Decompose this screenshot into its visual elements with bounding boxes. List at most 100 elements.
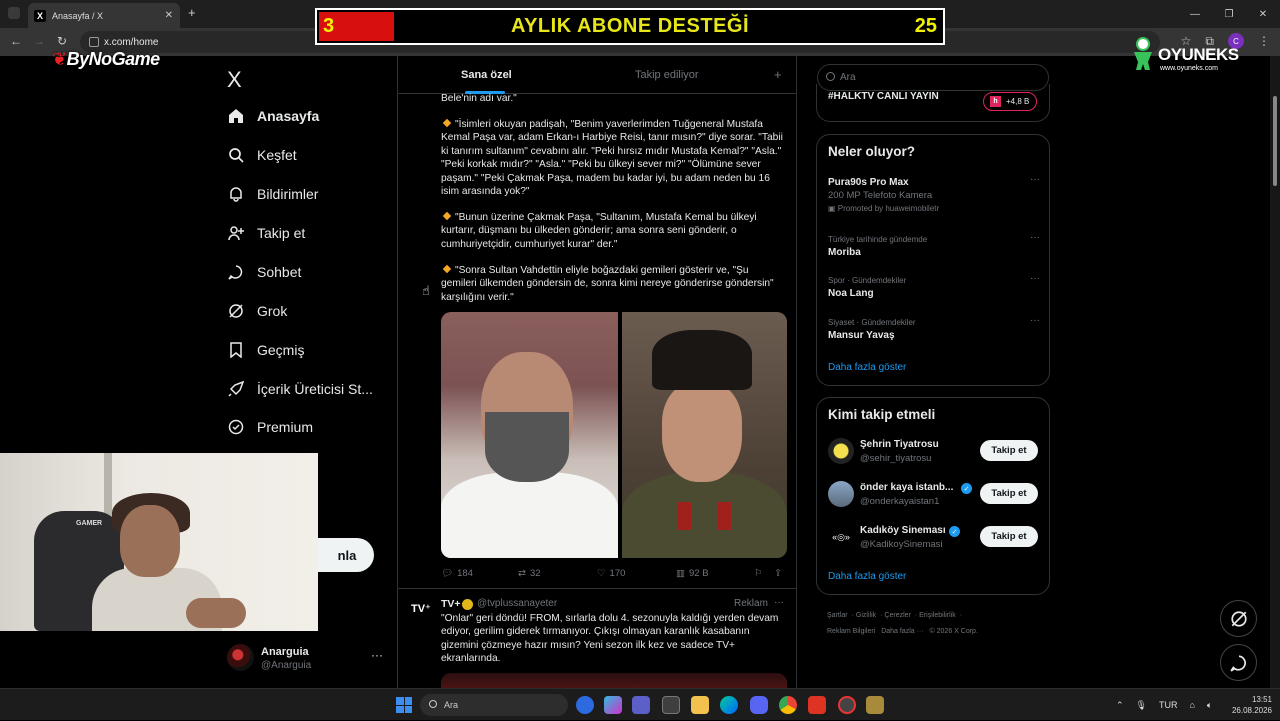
trend-item[interactable]: Spor · Gündemdekiler Noa Lang ···: [828, 273, 1040, 299]
taskbar-search-input[interactable]: Ara: [420, 694, 568, 716]
edge-icon[interactable]: [720, 696, 738, 714]
footer-link-privacy[interactable]: Gizlilik: [856, 612, 876, 619]
more-dots-icon[interactable]: ···: [1030, 315, 1040, 326]
maximize-icon[interactable]: ❐: [1212, 0, 1246, 28]
follow-suggestion[interactable]: Şehrin Tiyatrosu @sehir_tiyatrosu Takip …: [828, 438, 1040, 466]
input-language[interactable]: TUR: [1159, 700, 1178, 710]
ad-label: Reklam: [734, 598, 768, 609]
suggestion-handle: @onderkayaistan1: [860, 496, 940, 507]
chat-fab-button[interactable]: [1220, 644, 1257, 681]
trend-item[interactable]: Türkiye tarihinde gündemde Moriba ···: [828, 232, 1040, 258]
nav-item-bookmarks[interactable]: Geçmiş: [227, 337, 304, 363]
volume-icon[interactable]: 🔈︎: [1207, 700, 1212, 711]
close-tab-icon[interactable]: ✕: [165, 10, 173, 21]
nav-item-grok[interactable]: Grok: [227, 298, 287, 324]
avatar: «◎»: [828, 524, 854, 550]
store-icon[interactable]: [662, 696, 680, 714]
footer-link-ads-info[interactable]: Reklam Bilgileri: [827, 628, 875, 635]
trend-item[interactable]: Siyaset · Gündemdekiler Mansur Yavaş ···: [828, 315, 1040, 341]
taskbar-app-icon[interactable]: [808, 696, 826, 714]
new-tab-button[interactable]: +: [188, 5, 196, 20]
nav-item-notifications[interactable]: Bildirimler: [227, 181, 318, 207]
rocket-icon: [227, 380, 245, 398]
nav-item-creator-studio[interactable]: İçerik Üreticisi St...: [227, 376, 373, 402]
account-switcher[interactable]: Anarguia @Anarguia ···: [227, 644, 387, 674]
windows-start-icon[interactable]: [396, 697, 412, 713]
bookmark-button[interactable]: ⚐: [754, 568, 763, 579]
views-button[interactable]: ▥ 92 B: [676, 568, 709, 579]
more-dots-icon[interactable]: ···: [371, 648, 383, 662]
tab-for-you[interactable]: Sana özel: [461, 69, 512, 94]
footer-link-cookies[interactable]: Çerezler: [884, 612, 910, 619]
taskbar-clock[interactable]: 13:51 26.08.2026: [1228, 694, 1272, 716]
tweet-author-handle[interactable]: @tvplussanayeter: [477, 598, 557, 609]
nav-item-premium[interactable]: Premium: [227, 414, 313, 440]
trend-item[interactable]: Pura90s Pro Max 200 MP Telefoto Kamera ▣…: [828, 174, 1040, 213]
nav-item-home[interactable]: Anasayfa: [227, 103, 319, 129]
more-dots-icon[interactable]: ···: [774, 597, 784, 608]
who-show-more-link[interactable]: Daha fazla göster: [828, 571, 906, 582]
tweet-author-name[interactable]: TV+: [441, 598, 461, 610]
orange-diamond-icon: [442, 118, 452, 128]
page-scrollbar[interactable]: [1270, 56, 1280, 688]
follow-suggestion[interactable]: «◎» Kadıköy Sineması ✓ @KadikoySinemasi …: [828, 524, 1040, 552]
live-event-card[interactable]: #HALKTV CANLI YAYIN h +4,8 B: [816, 84, 1050, 122]
footer-link-more[interactable]: Daha fazla ···: [881, 628, 923, 635]
close-window-icon[interactable]: ✕: [1246, 0, 1280, 28]
more-dots-icon[interactable]: ···: [1030, 273, 1040, 284]
tweet-image-right[interactable]: [622, 312, 787, 558]
footer-link-accessibility[interactable]: Erişilebilirlik: [919, 612, 956, 619]
microphone-icon[interactable]: 🎙︎: [1136, 700, 1147, 711]
chrome-icon[interactable]: [779, 696, 797, 714]
live-viewers-badge[interactable]: h +4,8 B: [983, 92, 1037, 111]
tweet-image-left[interactable]: [441, 312, 618, 558]
add-tab-icon[interactable]: +: [774, 67, 782, 82]
tvplus-avatar[interactable]: TV⁺: [411, 602, 433, 624]
discord-icon[interactable]: [750, 696, 768, 714]
footer-link-terms[interactable]: Şartlar: [827, 612, 848, 619]
more-dots-icon[interactable]: ···: [1030, 232, 1040, 243]
file-explorer-icon[interactable]: [691, 696, 709, 714]
follow-button[interactable]: Takip et: [980, 526, 1038, 547]
nav-item-chat[interactable]: Sohbet: [227, 259, 301, 285]
more-dots-icon[interactable]: ···: [1030, 174, 1040, 185]
teams-icon[interactable]: [632, 696, 650, 714]
follow-suggestion[interactable]: önder kaya istanb... ✓ @onderkayaistan1 …: [828, 481, 1040, 509]
trends-show-more-link[interactable]: Daha fazla göster: [828, 362, 906, 373]
site-info-icon[interactable]: [89, 37, 99, 47]
system-tray: ⌃ 🎙︎ TUR ⌂ 🔈︎: [1116, 689, 1212, 721]
ad-tweet-media[interactable]: [441, 673, 787, 688]
copilot-icon[interactable]: [604, 696, 622, 714]
grok-fab-button[interactable]: [1220, 600, 1257, 637]
follow-button[interactable]: Takip et: [980, 483, 1038, 504]
webcam-person-arm: [186, 598, 246, 628]
forward-arrow-icon[interactable]: →: [33, 34, 45, 48]
nav-item-follow[interactable]: Takip et: [227, 220, 305, 246]
tab-following[interactable]: Takip ediliyor: [635, 69, 699, 81]
browser-menu-icon[interactable]: ⋮: [1258, 34, 1270, 48]
back-arrow-icon[interactable]: ←: [10, 34, 22, 48]
retweet-button[interactable]: ⇄ 32: [518, 568, 541, 579]
taskbar-app-icon[interactable]: [866, 696, 884, 714]
reload-icon[interactable]: ↻: [57, 34, 67, 48]
browser-tab-x-home[interactable]: X Anasayfa / X ✕: [28, 3, 180, 28]
reply-button[interactable]: 💬︎ 184: [441, 568, 473, 579]
obs-icon[interactable]: [838, 696, 856, 714]
tweet-paragraph-text: "Sonra Sultan Vahdettin eliyle boğazdaki…: [441, 265, 774, 303]
trend-title: Mansur Yavaş: [828, 330, 895, 341]
scrollbar-thumb[interactable]: [1273, 96, 1277, 186]
tab-search-icon[interactable]: [8, 7, 20, 19]
avatar: [828, 481, 854, 507]
like-button[interactable]: ♡ 170: [597, 568, 625, 579]
tray-chevron-icon[interactable]: ⌃: [1116, 700, 1124, 711]
trends-panel: Neler oluyor? Pura90s Pro Max 200 MP Tel…: [816, 134, 1050, 386]
minimize-icon[interactable]: —: [1178, 0, 1212, 28]
network-icon[interactable]: ⌂: [1189, 700, 1194, 710]
follow-button[interactable]: Takip et: [980, 440, 1038, 461]
address-url: x.com/home: [104, 36, 159, 48]
x-logo-icon[interactable]: X: [227, 67, 242, 93]
x-favicon-icon: X: [34, 9, 46, 22]
taskbar-app-icon[interactable]: [576, 696, 594, 714]
nav-item-explore[interactable]: Keşfet: [227, 142, 297, 168]
share-button[interactable]: ⇪: [774, 568, 782, 579]
